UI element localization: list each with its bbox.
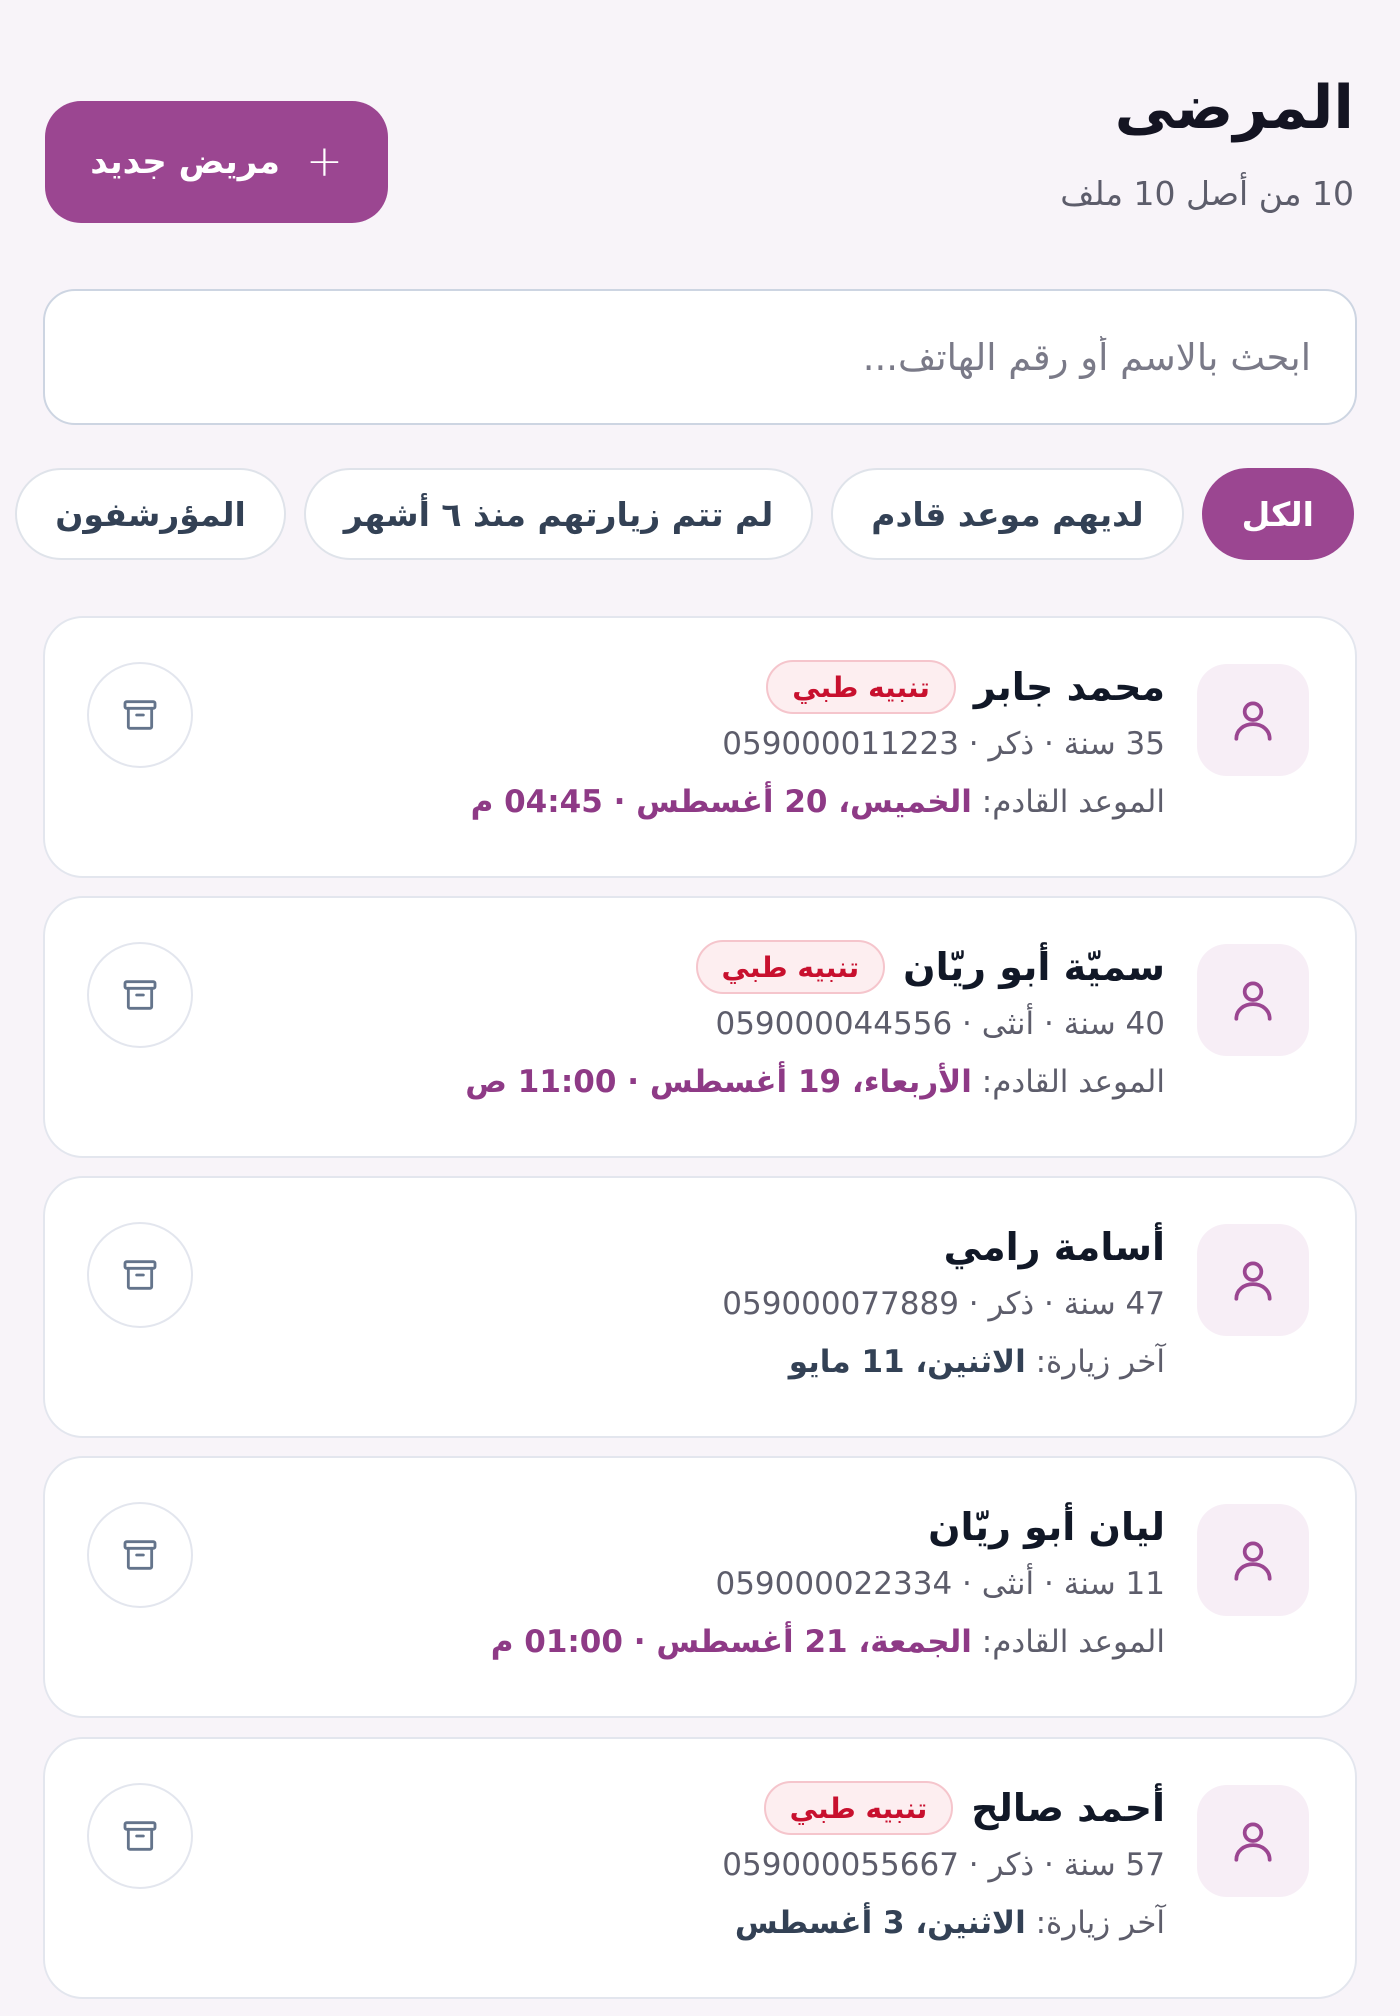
- appointment-value: الجمعة، 21 أغسطس · 01:00 م: [490, 1624, 972, 1660]
- patient-name: أسامة رامي: [943, 1225, 1165, 1269]
- user-icon: [1234, 1822, 1272, 1862]
- patient-card[interactable]: محمد جابر تنبيه طبي 35 سنة · ذكر · 05900…: [43, 616, 1357, 878]
- patient-info: أحمد صالح تنبيه طبي 57 سنة · ذكر · 05900…: [245, 1777, 1165, 1941]
- archive-icon: [123, 1540, 157, 1570]
- appointment-value: الأربعاء، 19 أغسطس · 11:00 ص: [465, 1064, 972, 1100]
- archive-button[interactable]: [87, 1783, 193, 1889]
- patient-card[interactable]: سميّة أبو ريّان تنبيه طبي 40 سنة · أنثى …: [43, 896, 1357, 1158]
- appointment-value: الاثنين، 3 أغسطس: [734, 1905, 1026, 1941]
- filter-upcoming[interactable]: لديهم موعد قادم: [831, 468, 1184, 560]
- user-icon: [1234, 1541, 1272, 1581]
- appointment-line: الموعد القادم: الأربعاء، 19 أغسطس · 11:0…: [245, 1064, 1165, 1100]
- patient-meta: 11 سنة · أنثى · 059000022334: [715, 1566, 1165, 1602]
- patient-meta: 57 سنة · ذكر · 059000055667: [722, 1847, 1165, 1883]
- appointment-line: الموعد القادم: الجمعة، 21 أغسطس · 01:00 …: [245, 1624, 1165, 1660]
- patients-page: المرضى 10 من أصل 10 ملف + مريض جديد الكل…: [0, 0, 1400, 2016]
- avatar: [1197, 664, 1309, 776]
- filter-not-visited[interactable]: لم تتم زيارتهم منذ ٦ أشهر: [303, 468, 814, 560]
- filter-chips: الكل لديهم موعد قادم لم تتم زيارتهم منذ …: [15, 468, 1354, 560]
- patient-name: أحمد صالح: [971, 1786, 1165, 1830]
- patient-info: محمد جابر تنبيه طبي 35 سنة · ذكر · 05900…: [245, 656, 1165, 820]
- appointment-value: الخميس، 20 أغسطس · 04:45 م: [470, 784, 972, 820]
- appointment-label: الموعد القادم:: [981, 1064, 1165, 1100]
- patient-name: ليان أبو ريّان: [928, 1505, 1165, 1549]
- appointment-value: الاثنين، 11 مايو: [788, 1344, 1026, 1380]
- name-row: سميّة أبو ريّان تنبيه طبي: [245, 936, 1165, 998]
- archive-button[interactable]: [87, 1502, 193, 1608]
- archive-icon: [123, 700, 157, 730]
- appointment-line: الموعد القادم: الخميس، 20 أغسطس · 04:45 …: [245, 784, 1165, 820]
- patient-info: أسامة رامي 47 سنة · ذكر · 059000077889 آ…: [245, 1216, 1165, 1380]
- appointment-label: آخر زيارة:: [1035, 1905, 1165, 1941]
- archive-icon: [123, 980, 157, 1010]
- patient-info: سميّة أبو ريّان تنبيه طبي 40 سنة · أنثى …: [245, 936, 1165, 1100]
- appointment-label: الموعد القادم:: [981, 1624, 1165, 1660]
- patient-info: ليان أبو ريّان 11 سنة · أنثى · 059000022…: [245, 1496, 1165, 1660]
- avatar: [1197, 1504, 1309, 1616]
- patient-card[interactable]: أسامة رامي 47 سنة · ذكر · 059000077889 آ…: [43, 1176, 1357, 1438]
- medical-alert-badge: تنبيه طبي: [695, 940, 886, 994]
- new-patient-label: مريض جديد: [90, 142, 280, 182]
- name-row: محمد جابر تنبيه طبي: [245, 656, 1165, 718]
- new-patient-button[interactable]: + مريض جديد: [45, 101, 388, 223]
- name-row: أسامة رامي: [245, 1216, 1165, 1278]
- medical-alert-badge: تنبيه طبي: [763, 1781, 954, 1835]
- patient-meta: 47 سنة · ذكر · 059000077889: [722, 1286, 1165, 1322]
- patient-name: محمد جابر: [973, 665, 1165, 709]
- name-row: ليان أبو ريّان: [245, 1496, 1165, 1558]
- name-row: أحمد صالح تنبيه طبي: [245, 1777, 1165, 1839]
- appointment-line: آخر زيارة: الاثنين، 11 مايو: [245, 1344, 1165, 1380]
- page-title: المرضى: [1114, 73, 1354, 143]
- patient-meta: 35 سنة · ذكر · 059000011223: [722, 726, 1165, 762]
- appointment-label: الموعد القادم:: [981, 784, 1165, 820]
- search-input[interactable]: [43, 289, 1357, 425]
- avatar: [1197, 1224, 1309, 1336]
- patient-card[interactable]: أحمد صالح تنبيه طبي 57 سنة · ذكر · 05900…: [43, 1737, 1357, 1999]
- archive-button[interactable]: [87, 1222, 193, 1328]
- patient-card[interactable]: ليان أبو ريّان 11 سنة · أنثى · 059000022…: [43, 1456, 1357, 1718]
- medical-alert-badge: تنبيه طبي: [766, 660, 956, 714]
- user-icon: [1234, 701, 1272, 741]
- archive-button[interactable]: [87, 942, 193, 1048]
- avatar: [1197, 944, 1309, 1056]
- patient-meta: 40 سنة · أنثى · 059000044556: [715, 1006, 1165, 1042]
- avatar: [1197, 1785, 1309, 1897]
- user-icon: [1234, 981, 1272, 1021]
- archive-icon: [123, 1821, 157, 1851]
- filter-all[interactable]: الكل: [1201, 468, 1354, 560]
- user-icon: [1234, 1261, 1272, 1301]
- appointment-label: آخر زيارة:: [1035, 1344, 1165, 1380]
- archive-icon: [123, 1260, 157, 1290]
- archive-button[interactable]: [87, 662, 193, 768]
- filter-archived[interactable]: المؤرشفون: [15, 468, 286, 560]
- patient-count: 10 من أصل 10 ملف: [1060, 174, 1354, 213]
- plus-icon: +: [305, 136, 343, 187]
- patient-name: سميّة أبو ريّان: [903, 945, 1165, 989]
- appointment-line: آخر زيارة: الاثنين، 3 أغسطس: [245, 1905, 1165, 1941]
